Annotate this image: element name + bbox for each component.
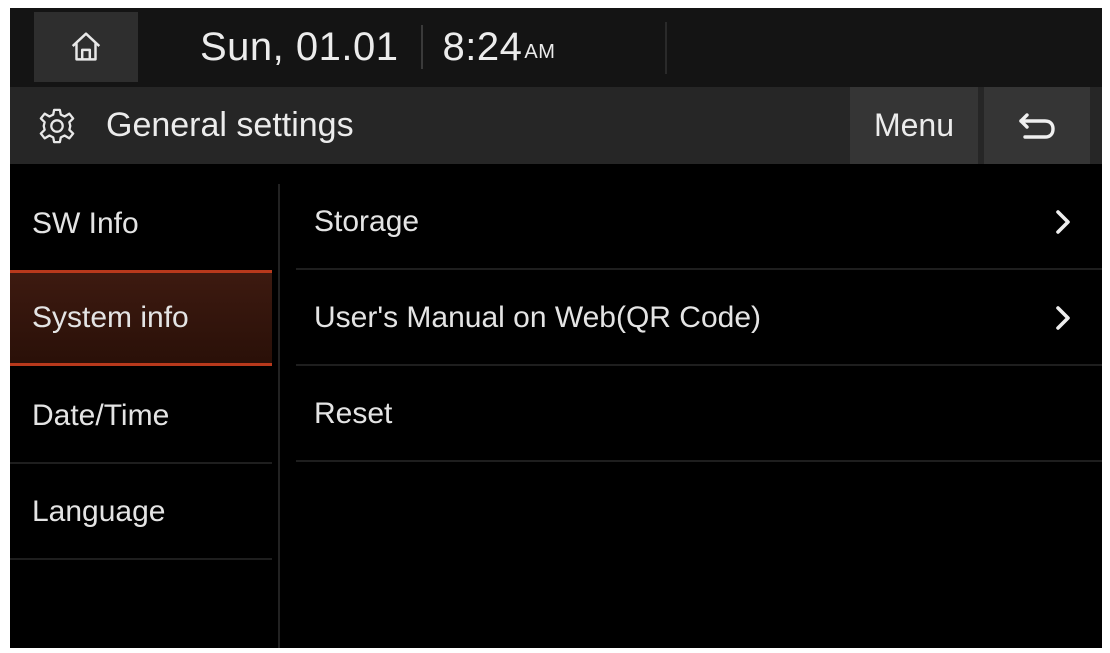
sidebar-divider — [10, 558, 272, 560]
settings-sidebar: SW Info System info Date/Time Language — [10, 168, 278, 648]
gear-icon — [39, 108, 75, 144]
sidebar-separator — [278, 184, 280, 648]
sidebar-item-label: Language — [32, 495, 166, 528]
list-item-storage[interactable]: Storage — [296, 174, 1102, 270]
list-item-label: Storage — [314, 205, 420, 238]
ampm-text: AM — [524, 41, 556, 63]
infotainment-screen: Sun, 01.01 8:24 AM General settings Menu… — [10, 8, 1102, 648]
sidebar-item-label: Date/Time — [32, 399, 170, 432]
status-bar: Sun, 01.01 8:24 AM — [10, 8, 1102, 87]
settings-list: Storage User's Manual on Web(QR Code) Re… — [296, 168, 1102, 648]
chevron-right-icon — [1056, 306, 1070, 330]
menu-button[interactable]: Menu — [850, 87, 978, 164]
list-item-label: User's Manual on Web(QR Code) — [314, 301, 762, 334]
sidebar-item-date-time[interactable]: Date/Time — [10, 368, 272, 464]
list-item-users-manual[interactable]: User's Manual on Web(QR Code) — [296, 270, 1102, 366]
sidebar-item-label: SW Info — [32, 207, 139, 240]
date-divider — [420, 25, 423, 69]
date-time-display: Sun, 01.01 8:24 AM — [200, 20, 555, 74]
list-item-reset[interactable]: Reset — [296, 366, 1102, 462]
sidebar-item-sw-info[interactable]: SW Info — [10, 176, 272, 272]
time-text: 8:24 — [442, 24, 523, 69]
status-divider — [665, 22, 667, 74]
list-divider — [296, 460, 1102, 462]
chevron-right-icon — [1056, 210, 1070, 234]
date-text: Sun, 01.01 — [200, 24, 399, 69]
home-button[interactable] — [34, 12, 138, 82]
page-title: General settings — [106, 106, 354, 144]
sidebar-item-system-info[interactable]: System info — [10, 270, 272, 366]
back-button[interactable] — [984, 87, 1090, 164]
home-icon — [71, 32, 101, 61]
list-item-label: Reset — [314, 397, 393, 430]
sidebar-item-language[interactable]: Language — [10, 464, 272, 560]
back-arrow-icon — [1019, 112, 1055, 139]
sidebar-item-label: System info — [32, 301, 189, 334]
title-bar: General settings Menu — [10, 87, 1102, 164]
